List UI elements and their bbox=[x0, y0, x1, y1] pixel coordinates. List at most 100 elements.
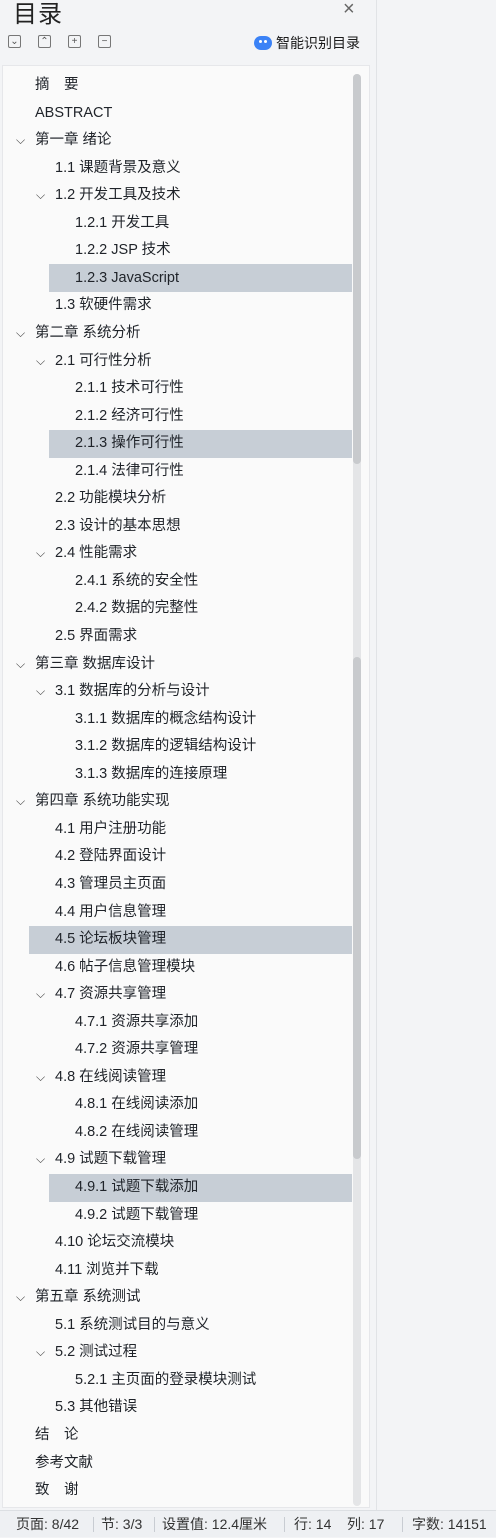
expand-plus-icon[interactable]: + bbox=[68, 35, 81, 48]
collapse-minus-icon[interactable]: − bbox=[98, 35, 111, 48]
toc-item[interactable]: 4.7.1 资源共享添加 bbox=[3, 1009, 355, 1036]
toc-item[interactable]: 1.2.1 开发工具 bbox=[3, 210, 355, 237]
toc-item[interactable]: 致 谢 bbox=[3, 1477, 355, 1504]
chevron-down-icon[interactable]: ⌵ bbox=[16, 1284, 28, 1311]
chevron-down-icon[interactable]: ⌵ bbox=[36, 182, 48, 209]
toc-item-label: 4.7.2 资源共享管理 bbox=[75, 1041, 199, 1058]
toc-item[interactable]: 4.4 用户信息管理 bbox=[3, 899, 355, 926]
toc-item-label: 4.7.1 资源共享添加 bbox=[75, 1013, 199, 1030]
toc-item[interactable]: ⌵ 4.9 试题下载管理 bbox=[3, 1146, 355, 1173]
toc-item[interactable]: 4.10 论坛交流模块 bbox=[3, 1229, 355, 1256]
toc-item[interactable]: 4.9.1 试题下载添加 bbox=[3, 1174, 355, 1201]
toc-item[interactable]: 4.7.2 资源共享管理 bbox=[3, 1036, 355, 1063]
toc-item-label: 2.4.2 数据的完整性 bbox=[75, 600, 199, 617]
toc-item[interactable]: 摘 要 bbox=[3, 72, 355, 99]
chevron-down-icon[interactable]: ⌵ bbox=[36, 540, 48, 567]
toc-item-label: 4.9.1 试题下载添加 bbox=[75, 1179, 199, 1195]
toc-item[interactable]: ⌵ 第一章 绪论 bbox=[3, 127, 355, 154]
toc-item[interactable]: 2.3 设计的基本思想 bbox=[3, 513, 355, 540]
toc-item[interactable]: 2.1.4 法律可行性 bbox=[3, 458, 355, 485]
toc-item-label: 1.2 开发工具及技术 bbox=[55, 187, 181, 204]
toc-item-label: 4.11 浏览并下载 bbox=[55, 1261, 159, 1278]
toc-item-label: 2.1.4 法律可行性 bbox=[75, 462, 184, 479]
chevron-down-icon[interactable]: ⌵ bbox=[36, 678, 48, 705]
toc-item[interactable]: ⌵ 2.4 性能需求 bbox=[3, 540, 355, 567]
toc-item[interactable]: ⌵ 第三章 数据库设计 bbox=[3, 651, 355, 678]
toc-item[interactable]: 5.1 系统测试目的与意义 bbox=[3, 1312, 355, 1339]
toc-item[interactable]: ⌵ 第二章 系统分析 bbox=[3, 320, 355, 347]
chevron-down-icon[interactable]: ⌵ bbox=[36, 981, 48, 1008]
toc-item-label: 4.2 登陆界面设计 bbox=[55, 848, 167, 865]
toc-item-label: 2.4 性能需求 bbox=[55, 545, 138, 562]
toc-item-label: 3.1.1 数据库的概念结构设计 bbox=[75, 710, 257, 727]
chevron-down-icon[interactable]: ⌵ bbox=[16, 788, 28, 815]
document-area bbox=[376, 0, 496, 1510]
toc-item[interactable]: 2.1.2 经济可行性 bbox=[3, 403, 355, 430]
toc-item-label: 结 论 bbox=[35, 1426, 79, 1443]
toc-item[interactable]: 1.2.3 JavaScript bbox=[3, 265, 355, 292]
toc-item[interactable]: 1.3 软硬件需求 bbox=[3, 292, 355, 319]
toc-item[interactable]: 1.2.2 JSP 技术 bbox=[3, 237, 355, 264]
toc-item[interactable]: ⌵ 4.7 资源共享管理 bbox=[3, 981, 355, 1008]
toc-item[interactable]: 2.1.3 操作可行性 bbox=[3, 430, 355, 457]
chevron-down-icon[interactable]: ⌵ bbox=[36, 1146, 48, 1173]
toc-item[interactable]: 2.4.2 数据的完整性 bbox=[3, 595, 355, 622]
toc-item-label: 1.2.2 JSP 技术 bbox=[75, 242, 171, 259]
toc-item[interactable]: ⌵ 第五章 系统测试 bbox=[3, 1284, 355, 1311]
toc-item-label: 4.3 管理员主页面 bbox=[55, 875, 167, 892]
toc-item[interactable]: ⌵ 3.1 数据库的分析与设计 bbox=[3, 678, 355, 705]
toc-item[interactable]: 2.5 界面需求 bbox=[3, 623, 355, 650]
toc-item[interactable]: 1.1 课题背景及意义 bbox=[3, 155, 355, 182]
toc-item-label: 参考文献 bbox=[35, 1454, 93, 1471]
toc-item-label: 4.7 资源共享管理 bbox=[55, 986, 167, 1003]
toc-item[interactable]: ⌵ 第四章 系统功能实现 bbox=[3, 788, 355, 815]
toc-item[interactable]: 4.8.2 在线阅读管理 bbox=[3, 1119, 355, 1146]
toc-item[interactable]: 5.3 其他错误 bbox=[3, 1394, 355, 1421]
toc-item[interactable]: 4.6 帖子信息管理模块 bbox=[3, 954, 355, 981]
toc-item-label: 2.1.2 经济可行性 bbox=[75, 407, 184, 424]
toc-item[interactable]: 结 论 bbox=[3, 1422, 355, 1449]
chevron-down-icon[interactable]: ⌵ bbox=[36, 1339, 48, 1366]
toc-item[interactable]: ⌵ 4.8 在线阅读管理 bbox=[3, 1064, 355, 1091]
toc-item-label: 2.2 功能模块分析 bbox=[55, 490, 167, 507]
toc-item[interactable]: 4.3 管理员主页面 bbox=[3, 871, 355, 898]
toc-item[interactable]: 4.2 登陆界面设计 bbox=[3, 843, 355, 870]
chevron-down-icon[interactable]: ⌵ bbox=[36, 348, 48, 375]
status-page[interactable]: 页面: 8/42 bbox=[16, 1511, 79, 1538]
toc-item[interactable]: 2.1.1 技术可行性 bbox=[3, 375, 355, 402]
toc-item-label: 第二章 系统分析 bbox=[35, 324, 141, 341]
toc-item[interactable]: ⌵ 1.2 开发工具及技术 bbox=[3, 182, 355, 209]
toc-item[interactable]: 2.4.1 系统的安全性 bbox=[3, 568, 355, 595]
toc-item-label: 4.8.1 在线阅读添加 bbox=[75, 1096, 199, 1113]
toc-item[interactable]: 4.11 浏览并下载 bbox=[3, 1257, 355, 1284]
toc-item[interactable]: 3.1.3 数据库的连接原理 bbox=[3, 761, 355, 788]
toc-item[interactable]: 参考文献 bbox=[3, 1450, 355, 1477]
toc-item[interactable]: 5.2.1 主页面的登录模块测试 bbox=[3, 1367, 355, 1394]
toc-item[interactable]: ⌵ 5.2 测试过程 bbox=[3, 1339, 355, 1366]
status-words[interactable]: 字数: 14151 bbox=[412, 1511, 487, 1538]
toc-item[interactable]: 4.5 论坛板块管理 bbox=[3, 926, 355, 953]
toc-item-label: 4.9 试题下载管理 bbox=[55, 1151, 167, 1168]
toc-item-label: 2.1.3 操作可行性 bbox=[75, 435, 184, 452]
toc-item[interactable]: 4.9.2 试题下载管理 bbox=[3, 1202, 355, 1229]
toc-item-label: 4.10 论坛交流模块 bbox=[55, 1234, 175, 1251]
toc-item[interactable]: ABSTRACT bbox=[3, 100, 355, 127]
chevron-down-icon[interactable]: ⌵ bbox=[36, 1064, 48, 1091]
status-col: 列: 17 bbox=[347, 1516, 385, 1532]
status-setting: 设置值: 12.4厘米 bbox=[162, 1516, 268, 1532]
chevron-down-icon[interactable]: ⌵ bbox=[16, 320, 28, 347]
smart-recognize-label: 智能识别目录 bbox=[276, 35, 360, 51]
toc-item[interactable]: 4.1 用户注册功能 bbox=[3, 816, 355, 843]
toc-item[interactable]: 3.1.1 数据库的概念结构设计 bbox=[3, 706, 355, 733]
status-section: 节: 3/3 bbox=[101, 1516, 143, 1532]
expand-down-icon[interactable]: ⌄ bbox=[8, 35, 21, 48]
chevron-down-icon[interactable]: ⌵ bbox=[16, 651, 28, 678]
close-icon[interactable]: × bbox=[343, 0, 355, 19]
toc-item[interactable]: ⌵ 2.1 可行性分析 bbox=[3, 348, 355, 375]
toc-item[interactable]: 4.8.1 在线阅读添加 bbox=[3, 1091, 355, 1118]
smart-recognize-button[interactable]: 智能识别目录 bbox=[254, 33, 360, 53]
collapse-up-icon[interactable]: ⌃ bbox=[38, 35, 51, 48]
chevron-down-icon[interactable]: ⌵ bbox=[16, 127, 28, 154]
toc-item[interactable]: 3.1.2 数据库的逻辑结构设计 bbox=[3, 733, 355, 760]
toc-item[interactable]: 2.2 功能模块分析 bbox=[3, 485, 355, 512]
